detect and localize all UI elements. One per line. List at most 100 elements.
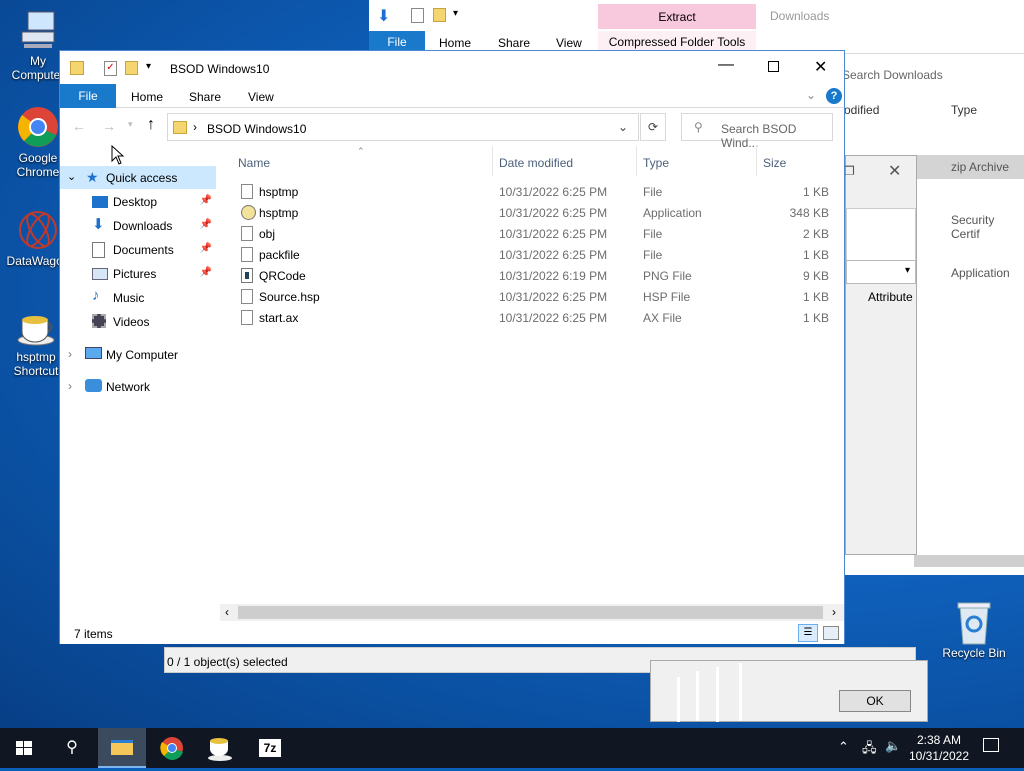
sidebar-item-downloads[interactable]: ⬇ Downloads 📌	[66, 214, 216, 238]
scroll-left-icon[interactable]: ‹	[225, 605, 229, 619]
breadcrumb[interactable]: BSOD Windows10	[207, 122, 306, 136]
properties-icon[interactable]: ✓	[104, 61, 117, 76]
properties-icon	[411, 8, 424, 23]
tab-share[interactable]: Share	[189, 90, 221, 104]
pin-icon: 📌	[199, 267, 212, 278]
col-size[interactable]: Size	[763, 156, 786, 170]
network-icon	[85, 379, 102, 392]
maximize-button[interactable]	[768, 61, 779, 72]
desktop-icon-recycle-bin[interactable]: Recycle Bin	[938, 600, 1010, 660]
file-type: Application	[643, 206, 702, 220]
file-date: 10/31/2022 6:25 PM	[499, 290, 608, 304]
recent-dropdown-icon[interactable]: ▾	[128, 119, 133, 130]
close-button[interactable]: ✕	[814, 57, 827, 77]
type-cell: zip Archive	[951, 160, 1010, 174]
blank-file-icon	[241, 247, 253, 262]
scrollbar-thumb[interactable]	[238, 606, 823, 619]
tab-view[interactable]: View	[248, 90, 274, 104]
quick-access-label: Quick access	[106, 171, 178, 185]
tab-view[interactable]: View	[556, 36, 582, 50]
properties-dialog[interactable]: ❐ ✕ ▾ Attribute	[844, 155, 917, 555]
address-bar[interactable]: › BSOD Windows10 ⌄	[167, 113, 639, 141]
chevron-right-icon[interactable]: ›	[68, 379, 72, 393]
sidebar-item-pictures[interactable]: Pictures 📌	[66, 262, 216, 286]
datawagon-icon	[16, 208, 60, 252]
type-cell: Application	[951, 266, 1010, 280]
chrome-icon	[160, 737, 183, 760]
sidebar-item-music[interactable]: ♪ Music	[66, 286, 216, 310]
file-row[interactable]: obj 10/31/2022 6:25 PM File 2 KB	[238, 223, 833, 244]
qat-dropdown-icon[interactable]: ▾	[146, 61, 151, 72]
scroll-right-icon[interactable]: ›	[832, 605, 836, 619]
search-box[interactable]: ⚲ Search BSOD Wind...	[681, 113, 833, 150]
taskbar-chrome[interactable]	[148, 728, 196, 768]
search-button[interactable]: ⚲	[48, 728, 96, 768]
dialog-status-text: 0 / 1 object(s) selected	[167, 655, 288, 669]
details-view-icon[interactable]: ☰	[798, 624, 818, 642]
large-icons-view-icon[interactable]	[823, 626, 839, 640]
downloads-search-input[interactable]: Search Downloads	[842, 68, 943, 82]
back-arrow-icon[interactable]: ←	[72, 118, 86, 134]
horizontal-scrollbar[interactable]: ‹ ›	[220, 604, 844, 621]
sidebar-item-my-computer[interactable]: › My Computer	[60, 342, 216, 366]
file-row[interactable]: hsptmp 10/31/2022 6:25 PM Application 348 K…	[238, 202, 833, 223]
minimize-button[interactable]: —	[718, 56, 734, 74]
explorer-window[interactable]: ✓ ▾ BSOD Windows10 — ✕ File Home Share V…	[59, 50, 845, 644]
clock[interactable]: 2:38 AM 10/31/2022	[908, 732, 970, 764]
search-icon: ⚲	[66, 739, 78, 756]
desktop-icon-label: hsptmp Shortcut	[13, 350, 59, 378]
file-date: 10/31/2022 6:25 PM	[499, 185, 608, 199]
tab-home[interactable]: Home	[131, 90, 163, 104]
tab-share[interactable]: Share	[498, 36, 530, 50]
file-row[interactable]: Source.hsp 10/31/2022 6:25 PM HSP File 1 KB	[238, 286, 833, 307]
chevron-right-icon[interactable]: ›	[68, 347, 72, 361]
search-icon: ⚲	[694, 120, 703, 134]
col-name[interactable]: Name	[238, 156, 270, 170]
downloads-hscroll[interactable]	[914, 555, 1024, 567]
tab-file[interactable]: File	[60, 84, 116, 108]
file-row[interactable]: hsptmp 10/31/2022 6:25 PM File 1 KB	[238, 181, 833, 202]
file-size: 1 KB	[802, 290, 829, 304]
sidebar-item-desktop[interactable]: Desktop 📌	[66, 190, 216, 214]
up-arrow-icon[interactable]: ↑	[147, 116, 155, 134]
col-type[interactable]: Type	[643, 156, 669, 170]
folder-icon	[433, 8, 446, 22]
refresh-button[interactable]: ⟳	[640, 113, 666, 141]
sidebar-item-documents[interactable]: Documents 📌	[66, 238, 216, 262]
tab-home[interactable]: Home	[439, 36, 471, 50]
close-icon[interactable]: ✕	[888, 161, 901, 181]
quick-access-item[interactable]: ⌄ ★ Quick access	[60, 166, 216, 189]
address-dropdown-icon[interactable]: ⌄	[618, 120, 628, 134]
file-date: 10/31/2022 6:25 PM	[499, 206, 608, 220]
sidebar-item-network[interactable]: › Network	[60, 374, 216, 398]
file-row[interactable]: QRCode 10/31/2022 6:19 PM PNG File 9 KB	[238, 265, 833, 286]
col-date-modified[interactable]: odified	[844, 103, 879, 117]
start-button[interactable]	[0, 728, 48, 768]
taskbar-file-explorer[interactable]	[98, 728, 146, 768]
cup-icon	[14, 304, 58, 348]
music-icon: ♪	[92, 287, 100, 304]
restore-icon[interactable]: ❐	[844, 164, 855, 178]
file-row[interactable]: packfile 10/31/2022 6:25 PM File 1 KB	[238, 244, 833, 265]
taskbar-hsptmp[interactable]	[196, 728, 244, 768]
network-icon[interactable]: 🖧	[862, 739, 877, 761]
dialog-dropdown[interactable]: ▾	[846, 260, 916, 284]
help-icon[interactable]: ?	[826, 88, 842, 104]
sidebar-item-videos[interactable]: Videos	[66, 310, 216, 334]
qat-dropdown-icon[interactable]: ▾	[453, 8, 458, 19]
column-headers: ⌃ Name Date modified Type Size	[230, 146, 836, 176]
notification-icon[interactable]	[983, 738, 999, 752]
taskbar-7zip[interactable]: 7z	[246, 728, 294, 768]
volume-icon[interactable]: 🔈	[885, 738, 901, 754]
ok-button[interactable]: OK	[839, 690, 911, 712]
col-date-modified[interactable]: Date modified	[499, 156, 573, 170]
cup-icon	[208, 738, 232, 761]
expand-ribbon-icon[interactable]: ⌄	[806, 88, 816, 102]
forward-arrow-icon[interactable]: →	[102, 118, 116, 134]
new-folder-icon[interactable]	[125, 61, 138, 75]
col-type[interactable]: Type	[951, 103, 977, 117]
chevron-up-icon[interactable]: ⌃	[838, 739, 849, 755]
file-date: 10/31/2022 6:25 PM	[499, 311, 608, 325]
chevron-down-icon[interactable]: ⌄	[67, 170, 76, 183]
file-row[interactable]: start.ax 10/31/2022 6:25 PM AX File 1 KB	[238, 307, 833, 328]
